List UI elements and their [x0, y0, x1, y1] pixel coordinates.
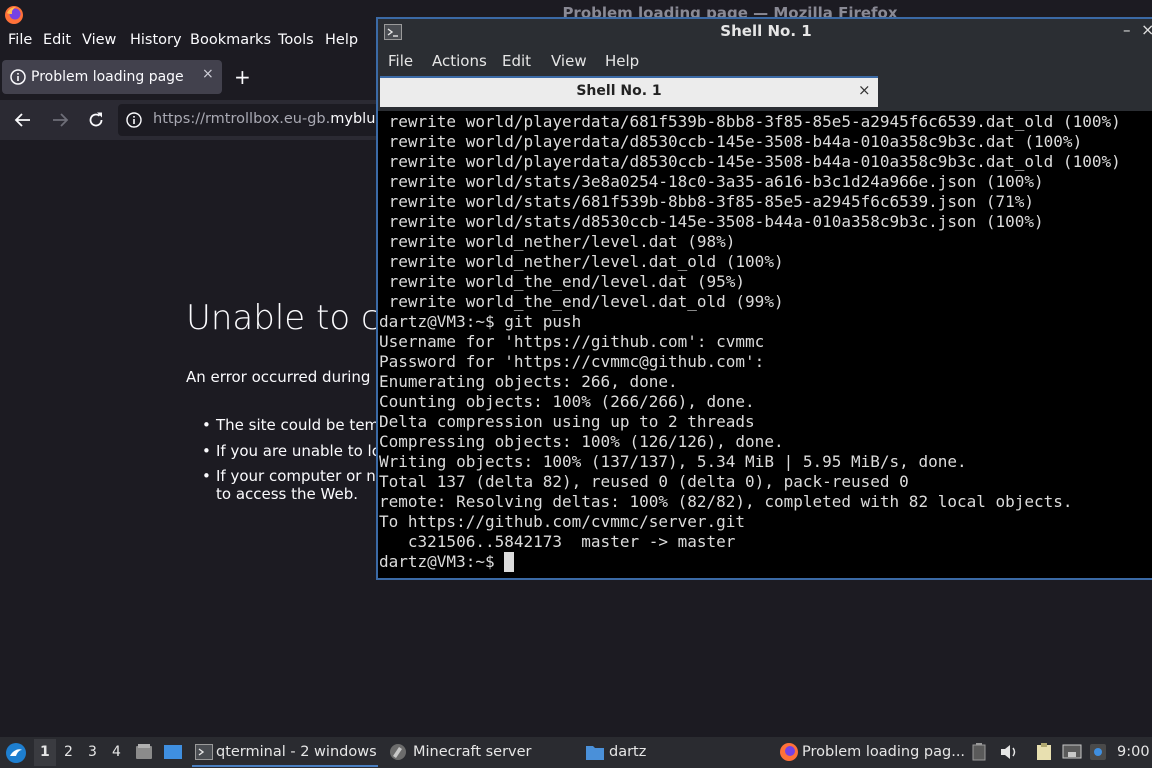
terminal-line: Compressing objects: 100% (126/126), don…: [379, 432, 784, 451]
bullet-text: If you are unable to lo: [216, 442, 376, 460]
close-icon[interactable]: ×: [1141, 20, 1152, 39]
menu-view[interactable]: View: [551, 52, 587, 70]
show-desktop-icon[interactable]: [163, 743, 183, 761]
terminal-tabbar: Shell No. 1 ×: [378, 75, 1152, 111]
firefox-navbar: https://rmtrollbox.eu-gb.myblue: [0, 100, 418, 140]
terminal-line: rewrite world/stats/681f539b-8bb8-3f85-8…: [379, 192, 1035, 211]
terminal-window-title: Shell No. 1: [720, 22, 812, 40]
terminal-line: rewrite world/playerdata/d8530ccb-145e-3…: [379, 132, 1083, 151]
terminal-task-icon: [195, 744, 213, 760]
terminal-line: c321506..5842173 master -> master: [379, 532, 736, 551]
terminal-line: Total 137 (delta 82), reused 0 (delta 0)…: [379, 472, 909, 491]
terminal-line: dartz@VM3:~$: [379, 552, 505, 571]
menu-file[interactable]: File: [388, 52, 413, 70]
terminal-line: rewrite world_nether/level.dat (98%): [379, 232, 736, 251]
minimize-icon[interactable]: –: [1123, 21, 1131, 39]
folder-icon: [586, 746, 604, 760]
terminal-line: rewrite world/playerdata/681f539b-8bb8-3…: [379, 112, 1121, 131]
menu-file[interactable]: File: [8, 32, 32, 48]
terminal-output[interactable]: rewrite world/playerdata/681f539b-8bb8-3…: [379, 111, 1152, 578]
terminal-line: Counting objects: 100% (266/266), done.: [379, 392, 755, 411]
menu-history[interactable]: History: [130, 32, 182, 48]
terminal-tab[interactable]: Shell No. 1 ×: [380, 76, 878, 107]
notification-icon[interactable]: [1089, 743, 1107, 761]
error-title: Unable to c: [186, 298, 376, 338]
firefox-menubar: File Edit View History Bookmarks Tools H…: [0, 30, 376, 52]
clock[interactable]: 9:00: [1117, 744, 1150, 760]
terminal-window: Shell No. 1 – × File Actions Edit View H…: [376, 17, 1152, 580]
volume-icon[interactable]: [999, 743, 1019, 761]
terminal-line: Enumerating objects: 266, done.: [379, 372, 678, 391]
tab-close-icon[interactable]: ×: [202, 66, 214, 82]
workspace-2[interactable]: 2: [64, 744, 73, 760]
terminal-line: rewrite world/stats/d8530ccb-145e-3508-b…: [379, 212, 1044, 231]
workspace-3[interactable]: 3: [88, 744, 97, 760]
terminal-titlebar: Shell No. 1 – ×: [378, 19, 1152, 45]
menu-help[interactable]: Help: [605, 52, 639, 70]
terminal-line: rewrite world_the_end/level.dat_old (99%…: [379, 292, 784, 311]
terminal-line: rewrite world/stats/3e8a0254-18c0-3a35-a…: [379, 172, 1044, 191]
error-description: An error occurred during: [186, 368, 371, 386]
tab-close-icon[interactable]: ×: [858, 81, 871, 99]
menu-tools[interactable]: Tools: [278, 32, 314, 48]
back-arrow-icon[interactable]: [14, 111, 32, 129]
firefox-tabstrip: Problem loading page × +: [0, 57, 376, 99]
terminal-menubar: File Actions Edit View Help: [378, 45, 1152, 75]
menu-bookmarks[interactable]: Bookmarks: [190, 32, 271, 48]
new-tab-button[interactable]: +: [234, 65, 251, 89]
file-manager-icon[interactable]: [135, 743, 153, 761]
terminal-line: rewrite world/playerdata/d8530ccb-145e-3…: [379, 152, 1121, 171]
bullet-text-continued: to access the Web.: [216, 485, 358, 503]
terminal-tab-label: Shell No. 1: [576, 83, 662, 99]
firefox-tab[interactable]: Problem loading page ×: [2, 60, 222, 94]
reload-icon[interactable]: [87, 111, 105, 129]
url-bar[interactable]: https://rmtrollbox.eu-gb.myblue: [118, 104, 418, 136]
clipboard-icon[interactable]: [1035, 743, 1053, 761]
minecraft-task-icon: [390, 744, 406, 760]
url-prefix: https://rmtrollbox.eu-gb.: [153, 111, 331, 127]
task-minecraft-server[interactable]: Minecraft server: [413, 744, 532, 760]
terminal-line: To https://github.com/cvmmc/server.git: [379, 512, 746, 531]
terminal-line: rewrite world_the_end/level.dat (95%): [379, 272, 746, 291]
terminal-line: Password for 'https://cvmmc@github.com':: [379, 352, 765, 371]
terminal-line: rewrite world_nether/level.dat_old (100%…: [379, 252, 784, 271]
network-icon[interactable]: [1062, 743, 1082, 761]
task-qterminal[interactable]: qterminal - 2 windows: [216, 744, 377, 760]
terminal-line: remote: Resolving deltas: 100% (82/82), …: [379, 492, 1073, 511]
forward-arrow-icon[interactable]: [51, 111, 69, 129]
tab-title: Problem loading page: [31, 69, 184, 85]
menu-edit[interactable]: Edit: [43, 32, 71, 48]
url-text: https://rmtrollbox.eu-gb.myblue: [153, 111, 384, 127]
firefox-page-content: Unable to c An error occurred during The…: [0, 140, 376, 737]
terminal-line: dartz@VM3:~$ git push: [379, 312, 582, 331]
menu-edit[interactable]: Edit: [502, 52, 531, 70]
task-firefox[interactable]: Problem loading pag...: [802, 744, 965, 760]
battery-icon[interactable]: [972, 743, 986, 761]
bullet-text: If your computer or n: [216, 467, 376, 485]
menu-view[interactable]: View: [82, 32, 116, 48]
start-menu-icon[interactable]: [5, 742, 27, 764]
terminal-line: Username for 'https://github.com': cvmmc: [379, 332, 765, 351]
firefox-logo-icon: [5, 6, 23, 24]
bullet-text: The site could be tem: [216, 416, 376, 434]
task-dartz[interactable]: dartz: [609, 744, 646, 760]
site-info-icon[interactable]: [126, 112, 142, 128]
menu-actions[interactable]: Actions: [432, 52, 487, 70]
terminal-line: Writing objects: 100% (137/137), 5.34 Mi…: [379, 452, 967, 471]
terminal-line: Delta compression using up to 2 threads: [379, 412, 755, 431]
workspace-1[interactable]: 1: [40, 744, 50, 760]
info-icon: [10, 69, 26, 85]
workspace-4[interactable]: 4: [112, 744, 121, 760]
terminal-cursor: [504, 552, 515, 572]
menu-help[interactable]: Help: [325, 32, 358, 48]
firefox-task-icon: [780, 743, 798, 761]
active-task-indicator: [192, 765, 378, 767]
taskbar: 1 2 3 4 qterminal - 2 windows Minecraft …: [0, 737, 1152, 768]
